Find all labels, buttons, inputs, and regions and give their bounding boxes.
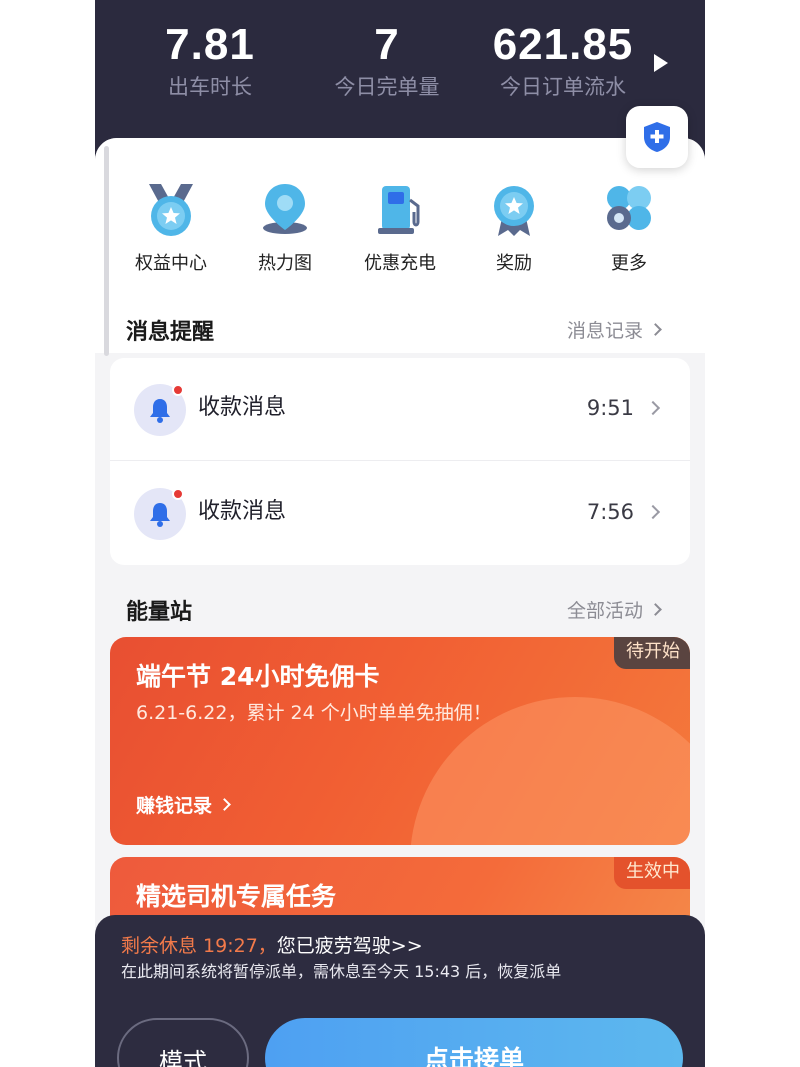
fatigue-warning-link[interactable]: 您已疲劳驾驶>> [277, 935, 423, 957]
stat-label: 出车时长 [168, 75, 252, 99]
earnings-record-link[interactable]: 赚钱记录 [136, 791, 231, 818]
stat-order-revenue[interactable]: 621.85 今日订单流水 [463, 22, 663, 102]
map-pin-icon [255, 180, 315, 240]
notification-dot [172, 384, 184, 396]
mode-button[interactable]: 模式 [117, 1018, 249, 1067]
chevron-right-icon [218, 798, 231, 811]
quick-action-rewards[interactable]: 奖励 [459, 180, 569, 276]
promo-card-dragon-boat[interactable]: 待开始 端午节 24小时免佣卡 6.21-6.22，累计 24 个小时单单免抽佣… [110, 637, 690, 845]
stat-value: 7.81 [165, 20, 255, 69]
status-badge: 待开始 [614, 637, 690, 669]
quick-action-more[interactable]: 更多 [574, 180, 684, 276]
quick-action-charging[interactable]: 优惠充电 [345, 180, 455, 276]
rest-status-line[interactable]: 剩余休息 19:27，您已疲劳驾驶>> [121, 933, 423, 959]
stat-value: 7 [374, 20, 400, 69]
chevron-right-icon [649, 323, 662, 336]
quick-action-label: 奖励 [496, 253, 532, 274]
avatar [134, 384, 186, 436]
quick-action-label: 权益中心 [135, 253, 207, 274]
message-history-link[interactable]: 消息记录 [567, 316, 662, 343]
award-icon [484, 180, 544, 240]
app-screen: 7.81 出车时长 7 今日完单量 621.85 今日订单流水 权益中心 热力图… [95, 0, 705, 1067]
promo-title: 端午节 24小时免佣卡 [136, 662, 380, 691]
list-item[interactable]: 收款消息 7:56 [110, 462, 690, 565]
notification-dot [172, 488, 184, 500]
all-activities-label: 全部活动 [567, 600, 644, 622]
quick-action-label: 更多 [611, 253, 647, 274]
shield-icon [644, 122, 670, 152]
message-time: 9:51 [586, 396, 634, 420]
avatar [134, 488, 186, 540]
stat-value: 621.85 [492, 20, 634, 69]
energy-section-title: 能量站 [126, 600, 193, 625]
messages-section-title: 消息提醒 [126, 320, 215, 345]
play-icon[interactable] [654, 54, 668, 72]
chevron-right-icon [649, 603, 662, 616]
scrollbar[interactable] [104, 146, 109, 356]
message-history-label: 消息记录 [567, 320, 644, 342]
quick-action-heatmap[interactable]: 热力图 [230, 180, 340, 276]
stat-label: 今日订单流水 [500, 75, 626, 99]
stat-completed-orders[interactable]: 7 今日完单量 [287, 22, 487, 102]
charging-station-icon [370, 180, 430, 240]
quick-action-benefits[interactable]: 权益中心 [116, 180, 226, 276]
message-title: 收款消息 [198, 395, 287, 420]
promo-subtitle: 6.21-6.22，累计 24 个小时单单免抽佣！ [136, 702, 492, 724]
message-time: 7:56 [586, 500, 634, 524]
list-item[interactable]: 收款消息 9:51 [110, 358, 690, 461]
chevron-right-icon [645, 400, 661, 416]
medal-icon [141, 180, 201, 240]
stat-label: 今日完单量 [334, 75, 440, 99]
rest-remaining: 剩余休息 19:27， [121, 935, 277, 957]
accept-order-button[interactable]: 点击接单 [265, 1018, 683, 1067]
promo-title: 精选司机专属任务 [136, 882, 337, 911]
message-title: 收款消息 [198, 499, 287, 524]
status-badge: 生效中 [614, 857, 690, 889]
chevron-right-icon [645, 504, 661, 520]
safety-shield-button[interactable] [626, 106, 688, 168]
message-list: 收款消息 9:51 收款消息 7:56 [110, 358, 690, 565]
quick-action-label: 优惠充电 [364, 253, 436, 274]
all-activities-link[interactable]: 全部活动 [567, 596, 662, 623]
more-icon [599, 180, 659, 240]
quick-action-label: 热力图 [258, 253, 312, 274]
earnings-record-label: 赚钱记录 [136, 795, 213, 817]
rest-notice-text: 在此期间系统将暂停派单，需休息至今天 15:43 后，恢复派单 [121, 962, 562, 981]
stat-driving-hours[interactable]: 7.81 出车时长 [110, 22, 310, 102]
